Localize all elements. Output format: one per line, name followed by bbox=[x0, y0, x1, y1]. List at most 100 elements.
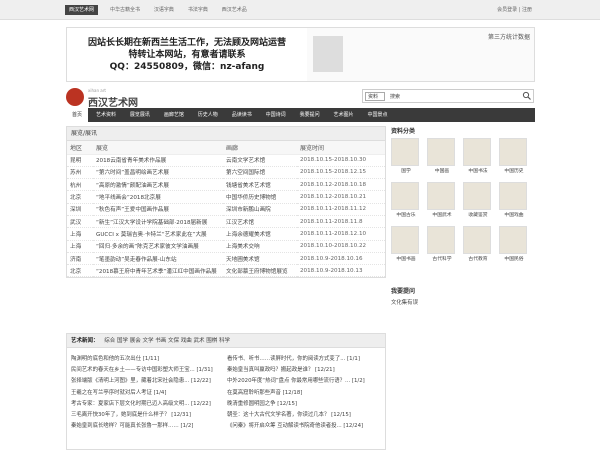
category-item[interactable]: 中国古乐 bbox=[391, 182, 421, 218]
site-logo[interactable]: xihan art 西汉艺术网 bbox=[66, 88, 166, 109]
table-row[interactable]: 上海 “回归·多余的画”陈克艺术家彼文学油画展 上海美术交响 2018.10.10-2… bbox=[67, 240, 385, 253]
category-item[interactable]: 收藏鉴赏 bbox=[463, 182, 493, 218]
questions-section: 我要提问 文化集有误唐代和尚仕途人因为缘何诗句与韩愈成为朋友?采菊东篱下，悠然见… bbox=[391, 286, 536, 309]
category-item[interactable]: 国学 bbox=[391, 138, 421, 174]
category-item[interactable]: 中国书画 bbox=[391, 226, 421, 262]
news-item[interactable]: 《问秦》将开启众筹 互动解读书院奇他读者投... [12/24] bbox=[227, 421, 383, 432]
news-item[interactable]: 秦始皇当真叫嬴政吗？搬起政是谁？ [12/21] bbox=[227, 365, 383, 376]
category-label: 中国古乐 bbox=[396, 213, 416, 218]
cell-date: 2018.10.12-2018.10.21 bbox=[297, 190, 385, 204]
table-row[interactable]: 深圳 “秋色有声”王爱中国画作品展 深圳市新鹏山画院 2018.10.11-2018.… bbox=[67, 203, 385, 216]
news-right-column: 看传书、听书……读屏时代，你的阅读方式变了... [1/1] 秦始皇当真叫嬴政吗？… bbox=[227, 354, 383, 432]
cell-exhibition[interactable]: “第六时间”盖昌明绘画艺术展 bbox=[93, 166, 223, 180]
news-item[interactable]: 晚清重修圆明园之争 [12/15] bbox=[227, 399, 383, 410]
cell-date: 2018.10.10-2018.10.22 bbox=[297, 240, 385, 253]
category-item[interactable]: 中国画 bbox=[427, 138, 457, 174]
category-item[interactable]: 中国戏曲 bbox=[499, 182, 529, 218]
cell-exhibition[interactable]: “高原的激情”颜配油画艺术展 bbox=[93, 178, 223, 192]
news-left-column: 陶渊明的底色和他的五次出仕 [1/11] 民间艺术的春天在乡土——专访中国彩塑大师… bbox=[71, 354, 227, 432]
col-region: 地区 bbox=[67, 141, 93, 155]
table-header-row: 地区 展览 画廊 展览时间 bbox=[67, 141, 385, 155]
cell-exhibition[interactable]: “新生”江汉大学设计学院基础部·2018届新展 bbox=[93, 215, 223, 229]
category-item[interactable]: 中国书法 bbox=[463, 138, 493, 174]
news-item[interactable]: 秦始皇到底长啥样？可能真长张鲁一那样…… [1/2] bbox=[71, 421, 227, 432]
category-label: 中国武术 bbox=[432, 213, 452, 218]
top-link-artworks[interactable]: 西汉艺术品 bbox=[222, 7, 247, 13]
category-image bbox=[499, 138, 527, 166]
news-item[interactable]: 朝圣：这十大古代文学名著，你读过几本？ [12/15] bbox=[227, 410, 383, 421]
nav-reading[interactable]: 品读读书 bbox=[226, 108, 258, 122]
exhibition-section: 展览/展讯 地区 展览 画廊 展览时间 昆明 2018云南省青年美术作品展 云南文学… bbox=[66, 126, 386, 279]
cell-region: 北京 bbox=[67, 264, 93, 278]
top-link-home[interactable]: 西汉艺术网 bbox=[65, 5, 99, 15]
cell-exhibition[interactable]: “2018慕王府中青年艺术季”潘江红中国画作品展 bbox=[93, 264, 223, 278]
nav-home[interactable]: 首页 bbox=[66, 108, 89, 122]
table-row[interactable]: 济南 “笔墨韵动”吴走春作品展-山东站 天地圃美术馆 2018.10.9-2018.1… bbox=[67, 252, 385, 266]
news-item[interactable]: 王羲之在写兰亭序时就对后人考证 [1/4] bbox=[71, 388, 227, 399]
exhibition-title[interactable]: 展览/展讯 bbox=[67, 127, 385, 141]
category-item[interactable]: 中国民俗 bbox=[499, 226, 529, 262]
cell-date: 2018.10.12-2018.10.18 bbox=[297, 178, 385, 192]
category-image bbox=[463, 138, 491, 166]
cell-date: 2018.10.9-2018.10.16 bbox=[297, 252, 385, 266]
top-link-calligraphy[interactable]: 书法字典 bbox=[188, 7, 208, 13]
search-icon[interactable] bbox=[522, 91, 532, 101]
nav-images[interactable]: 艺术图片 bbox=[328, 108, 360, 122]
category-item[interactable]: 古代教育 bbox=[463, 226, 493, 262]
news-item[interactable]: 民间艺术的春天在乡土——专访中国彩塑大师王宝... [1/31] bbox=[71, 365, 227, 376]
nav-materials[interactable]: 艺术资料 bbox=[90, 108, 122, 122]
category-item[interactable]: 中国历史 bbox=[499, 138, 529, 174]
nav-exhibitions[interactable]: 展览展讯 bbox=[124, 108, 156, 122]
top-link-books[interactable]: 中华古籍全书 bbox=[110, 7, 140, 13]
news-item[interactable]: 中外2020年度“热词”盘点 你最常用哪些流行语？... [1/2] bbox=[227, 376, 383, 387]
cell-date: 2018.10.11-2018.12.10 bbox=[297, 227, 385, 241]
table-row[interactable]: 上海 GUCCI x 莫瑞吉奥·卡特兰“艺术家此在”大展 上海余德耀美术馆 2018.… bbox=[67, 227, 385, 241]
table-row[interactable]: 昆明 2018云南省青年美术作品展 云南文学艺术馆 2018.10.15-2018.1… bbox=[67, 154, 385, 167]
category-label: 收藏鉴赏 bbox=[468, 213, 488, 218]
cell-exhibition[interactable]: GUCCI x 莫瑞吉奥·卡特兰“艺术家此在”大展 bbox=[93, 227, 223, 241]
news-item[interactable]: 看传书、听书……读屏时代，你的阅读方式变了... [1/1] bbox=[227, 354, 383, 365]
cell-date: 2018.10.15-2018.10.30 bbox=[297, 154, 385, 167]
nav-galleries[interactable]: 画廊艺馆 bbox=[158, 108, 190, 122]
category-label: 中国戏曲 bbox=[504, 213, 524, 218]
search-input[interactable]: 搜索 bbox=[390, 93, 400, 100]
table-row[interactable]: 杭州 “高原的激情”颜配油画艺术展 钱塘省美术艺术馆 2018.10.12-2018.… bbox=[67, 178, 385, 192]
cell-exhibition[interactable]: “地平线画会”2018北京展 bbox=[93, 190, 223, 204]
table-row[interactable]: 武汉 “新生”江汉大学设计学院基础部·2018届新展 江汉艺术馆 2018.10.11… bbox=[67, 215, 385, 229]
news-item[interactable]: 考古专家：夏家店下层文化时期已迈入高级文明... [12/22] bbox=[71, 399, 227, 410]
category-image bbox=[463, 226, 491, 254]
cell-exhibition[interactable]: “笔墨韵动”吴走春作品展-山东站 bbox=[93, 252, 223, 266]
cell-region: 杭州 bbox=[67, 178, 93, 192]
login-link[interactable]: 会员登录 | 注册 bbox=[497, 6, 532, 13]
category-item[interactable]: 中国武术 bbox=[427, 182, 457, 218]
cell-date: 2018.10.9-2018.10.13 bbox=[297, 264, 385, 278]
nav-poetry[interactable]: 中国诗词 bbox=[260, 108, 292, 122]
top-bar: 西汉艺术网 中华古籍全书 汉语字典 书法字典 西汉艺术品 会员登录 | 注册 bbox=[0, 0, 600, 20]
cell-exhibition[interactable]: 2018云南省青年美术作品展 bbox=[93, 154, 223, 167]
search-category-select[interactable]: 资料 bbox=[365, 92, 385, 101]
cell-exhibition[interactable]: “秋色有声”王爱中国画作品展 bbox=[93, 203, 223, 216]
cell-date: 2018.10.15-2018.12.15 bbox=[297, 166, 385, 180]
col-date: 展览时间 bbox=[297, 141, 385, 155]
news-item[interactable]: 陶渊明的底色和他的五次出仕 [1/11] bbox=[71, 354, 227, 365]
table-row[interactable]: 苏州 “第六时间”盖昌明绘画艺术展 第六空间国际馆 2018.10.15-2018.1… bbox=[67, 166, 385, 180]
news-tags[interactable]: 综合 国学 展会 文学 书画 文保 戏曲 武术 围棋 科学 bbox=[104, 338, 230, 344]
table-row[interactable]: 北京 “2018慕王府中青年艺术季”潘江红中国画作品展 文化部慕王府博物馆展览 201… bbox=[67, 264, 385, 278]
category-label: 国学 bbox=[401, 169, 411, 174]
nav-ask[interactable]: 我要提问 bbox=[294, 108, 326, 122]
category-item[interactable]: 古代科学 bbox=[427, 226, 457, 262]
ad-notice[interactable]: 因站长长期在新西兰生活工作，无法顾及网站运营 特转让本网站，有意者请联系 QQ：… bbox=[67, 28, 307, 81]
question-item[interactable]: 文化集有误 bbox=[391, 298, 536, 309]
cell-region: 北京 bbox=[67, 190, 93, 204]
table-row[interactable]: 北京 “地平线画会”2018北京展 中国华侨历史博物馆 2018.10.12-2018… bbox=[67, 190, 385, 204]
cell-gallery: 上海余德耀美术馆 bbox=[223, 227, 297, 241]
nav-scenic[interactable]: 中国景点 bbox=[361, 108, 393, 122]
category-image bbox=[391, 138, 419, 166]
cell-exhibition[interactable]: “回归·多余的画”陈克艺术家彼文学油画展 bbox=[93, 240, 223, 253]
news-item[interactable]: 张择端版《清明上河图》里，藏着北宋社会隐患... [12/22] bbox=[71, 376, 227, 387]
sidebar: 资料分类 国学 中国画 中国书法 中国历史 中国古乐 中国武术 收藏鉴赏 中国戏曲 中国书画 古代… bbox=[391, 126, 536, 309]
nav-figures[interactable]: 历史人物 bbox=[192, 108, 224, 122]
news-item[interactable]: 在莫高窟聆听那些声音 [12/18] bbox=[227, 388, 383, 399]
top-link-dictionary[interactable]: 汉语字典 bbox=[154, 7, 174, 13]
news-item[interactable]: 三毛离开快30年了，她到底是什么样子？ [12/31] bbox=[71, 410, 227, 421]
